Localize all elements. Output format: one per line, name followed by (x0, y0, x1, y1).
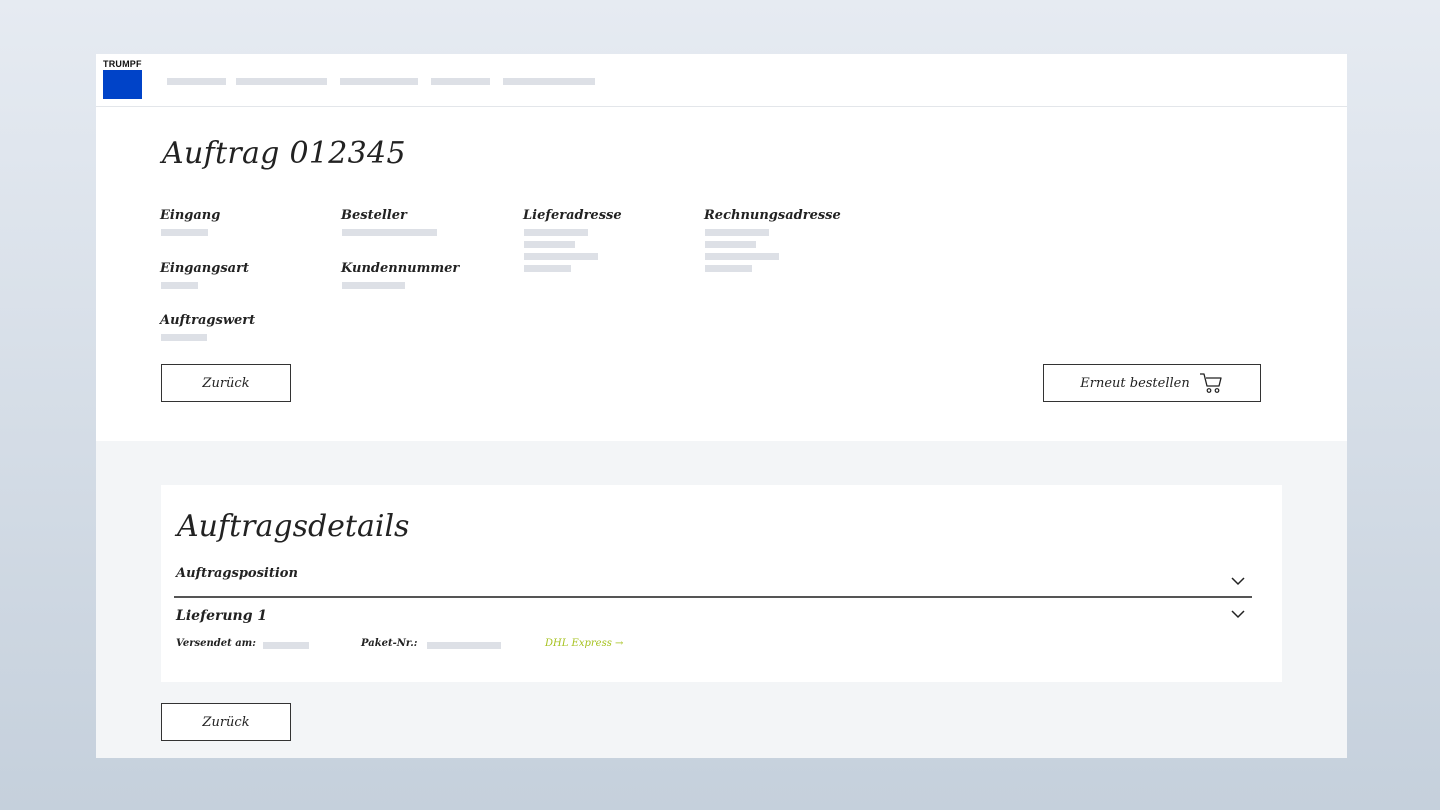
order-details-card: Auftragsdetails Auftragsposition Lieferu… (161, 485, 1282, 682)
nav-item-2[interactable] (236, 78, 327, 85)
dhl-express-link[interactable]: DHL Express → (545, 638, 623, 649)
reorder-button-label: Erneut bestellen (1080, 375, 1190, 391)
order-page: TRUMPF Auftrag 012345 Eingang Eingangsar… (96, 54, 1347, 758)
trumpf-logo[interactable] (103, 70, 142, 99)
shopping-cart-icon (1199, 373, 1222, 393)
value-auftragswert (161, 334, 207, 341)
label-eingangsart: Eingangsart (160, 261, 249, 276)
value-eingang (161, 229, 208, 236)
nav-item-5[interactable] (503, 78, 595, 85)
back-button-bottom[interactable]: Zurück (161, 703, 291, 741)
rechnungsadresse-line-4 (705, 265, 752, 272)
lieferadresse-line-3 (524, 253, 598, 260)
nav-item-4[interactable] (431, 78, 490, 85)
shipped-date-value (263, 642, 309, 649)
label-kundennummer: Kundennummer (341, 261, 460, 276)
rechnungsadresse-line-2 (705, 241, 756, 248)
shipped-date-label: Versendet am: (176, 638, 256, 649)
order-details-section: Auftragsdetails Auftragsposition Lieferu… (96, 441, 1347, 758)
order-position-label: Auftragsposition (176, 566, 298, 581)
back-button-bottom-label: Zurück (202, 714, 250, 730)
back-button-top[interactable]: Zurück (161, 364, 291, 402)
delivery-label: Lieferung 1 (176, 608, 268, 624)
rechnungsadresse-line-1 (705, 229, 769, 236)
nav-item-1[interactable] (167, 78, 226, 85)
label-rechnungsadresse: Rechnungsadresse (704, 208, 841, 223)
lieferadresse-line-1 (524, 229, 588, 236)
label-auftragswert: Auftragswert (160, 313, 256, 328)
nav-item-3[interactable] (340, 78, 418, 85)
logo-text: TRUMPF (103, 59, 142, 69)
value-kundennummer (342, 282, 405, 289)
order-details-title: Auftragsdetails (177, 509, 410, 544)
package-number-value (427, 642, 501, 649)
chevron-down-icon[interactable] (1231, 609, 1245, 619)
value-eingangsart (161, 282, 198, 289)
value-besteller (342, 229, 437, 236)
page-title: Auftrag 012345 (162, 136, 406, 171)
lieferadresse-line-4 (524, 265, 571, 272)
chevron-down-icon[interactable] (1231, 576, 1245, 586)
package-number-label: Paket-Nr.: (361, 638, 418, 649)
accordion-divider (174, 596, 1252, 598)
lieferadresse-line-2 (524, 241, 575, 248)
back-button-top-label: Zurück (202, 375, 250, 391)
label-eingang: Eingang (160, 208, 221, 223)
label-besteller: Besteller (341, 208, 407, 223)
rechnungsadresse-line-3 (705, 253, 779, 260)
top-navigation: TRUMPF (96, 54, 1347, 107)
reorder-button[interactable]: Erneut bestellen (1043, 364, 1261, 402)
label-lieferadresse: Lieferadresse (523, 208, 622, 223)
